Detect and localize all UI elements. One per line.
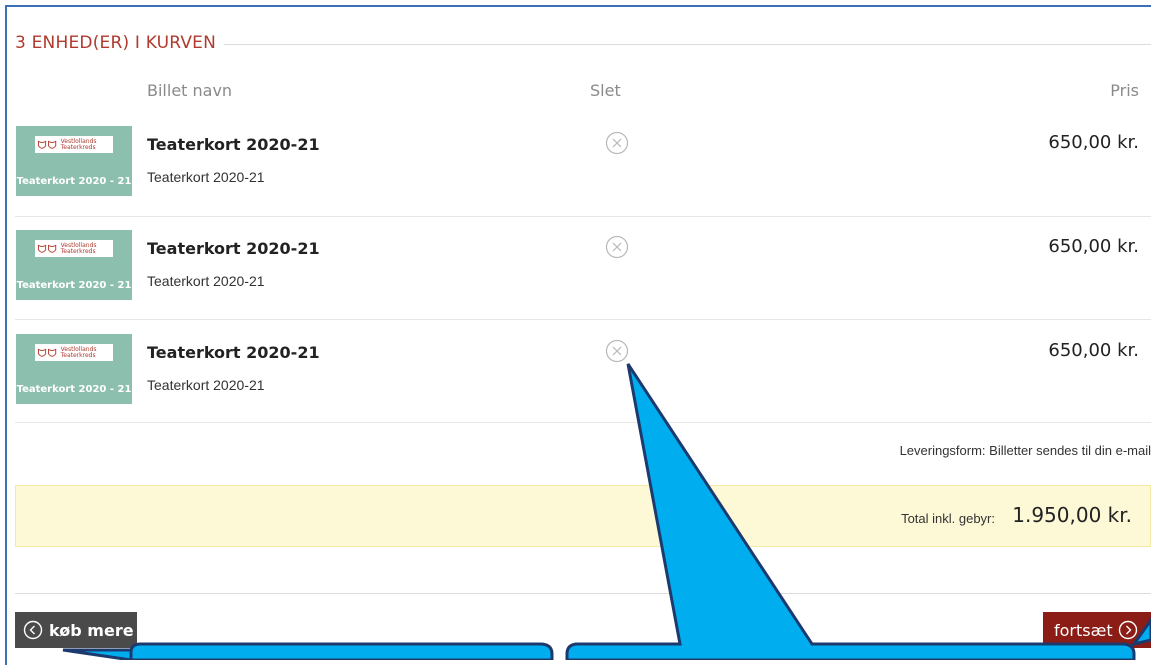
theatre-masks-icon: [37, 244, 57, 253]
item-subtitle: Teaterkort 2020-21: [147, 169, 265, 185]
column-header-delete: Slet: [590, 81, 621, 100]
cart-row: Vestlollands Teaterkreds Teaterkort 2020…: [15, 217, 1151, 321]
chevron-right-circle-icon: [1118, 620, 1137, 640]
row-divider: [15, 319, 1151, 320]
buy-more-button[interactable]: køb mere: [15, 612, 137, 648]
ticket-thumbnail: Vestlollands Teaterkreds Teaterkort 2020…: [16, 334, 132, 404]
logo-text: Vestlollands Teaterkreds: [60, 345, 97, 359]
item-subtitle: Teaterkort 2020-21: [147, 377, 265, 393]
item-title: Teaterkort 2020-21: [147, 343, 320, 362]
total-value: 1.950,00 kr.: [1012, 503, 1132, 527]
column-header-price: Pris: [1110, 81, 1139, 100]
continue-label: fortsæt: [1054, 620, 1113, 640]
item-title: Teaterkort 2020-21: [147, 135, 320, 154]
bottom-divider: [15, 593, 1151, 594]
cart-heading: 3 ENHED(ER) I KURVEN: [15, 33, 225, 53]
logo: Vestlollands Teaterkreds: [35, 136, 113, 153]
close-circle-icon[interactable]: [605, 339, 629, 363]
item-price: 650,00 kr.: [1048, 236, 1139, 257]
theatre-masks-icon: [37, 140, 57, 149]
logo-text: Vestlollands Teaterkreds: [60, 241, 97, 255]
item-price: 650,00 kr.: [1048, 132, 1139, 153]
buy-more-label: køb mere: [49, 620, 134, 640]
row-divider: [15, 422, 1151, 423]
item-title: Teaterkort 2020-21: [147, 239, 320, 258]
cart-heading-row: 3 ENHED(ER) I KURVEN: [15, 33, 1151, 57]
close-circle-icon[interactable]: [605, 131, 629, 155]
close-circle-icon[interactable]: [605, 235, 629, 259]
thumbnail-caption: Teaterkort 2020 - 21: [16, 384, 132, 395]
continue-button[interactable]: fortsæt: [1043, 612, 1151, 648]
cart-row: Vestlollands Teaterkreds Teaterkort 2020…: [15, 113, 1151, 217]
item-subtitle: Teaterkort 2020-21: [147, 273, 265, 289]
ticket-thumbnail: Vestlollands Teaterkreds Teaterkort 2020…: [16, 126, 132, 196]
ticket-thumbnail: Vestlollands Teaterkreds Teaterkort 2020…: [16, 230, 132, 300]
total-box: Total inkl. gebyr: 1.950,00 kr.: [15, 485, 1151, 547]
heading-divider: [215, 44, 1151, 45]
thumbnail-caption: Teaterkort 2020 - 21: [16, 280, 132, 291]
logo: Vestlollands Teaterkreds: [35, 240, 113, 257]
delivery-method: Leveringsform: Billetter sendes til din …: [899, 443, 1151, 458]
cart-row: Vestlollands Teaterkreds Teaterkort 2020…: [15, 321, 1151, 425]
logo: Vestlollands Teaterkreds: [35, 344, 113, 361]
logo-text: Vestlollands Teaterkreds: [60, 137, 97, 151]
total-label: Total inkl. gebyr:: [901, 511, 995, 526]
item-price: 650,00 kr.: [1048, 340, 1139, 361]
theatre-masks-icon: [37, 348, 57, 357]
column-header-name: Billet navn: [147, 81, 233, 100]
thumbnail-caption: Teaterkort 2020 - 21: [16, 176, 132, 187]
chevron-left-circle-icon: [23, 620, 43, 640]
